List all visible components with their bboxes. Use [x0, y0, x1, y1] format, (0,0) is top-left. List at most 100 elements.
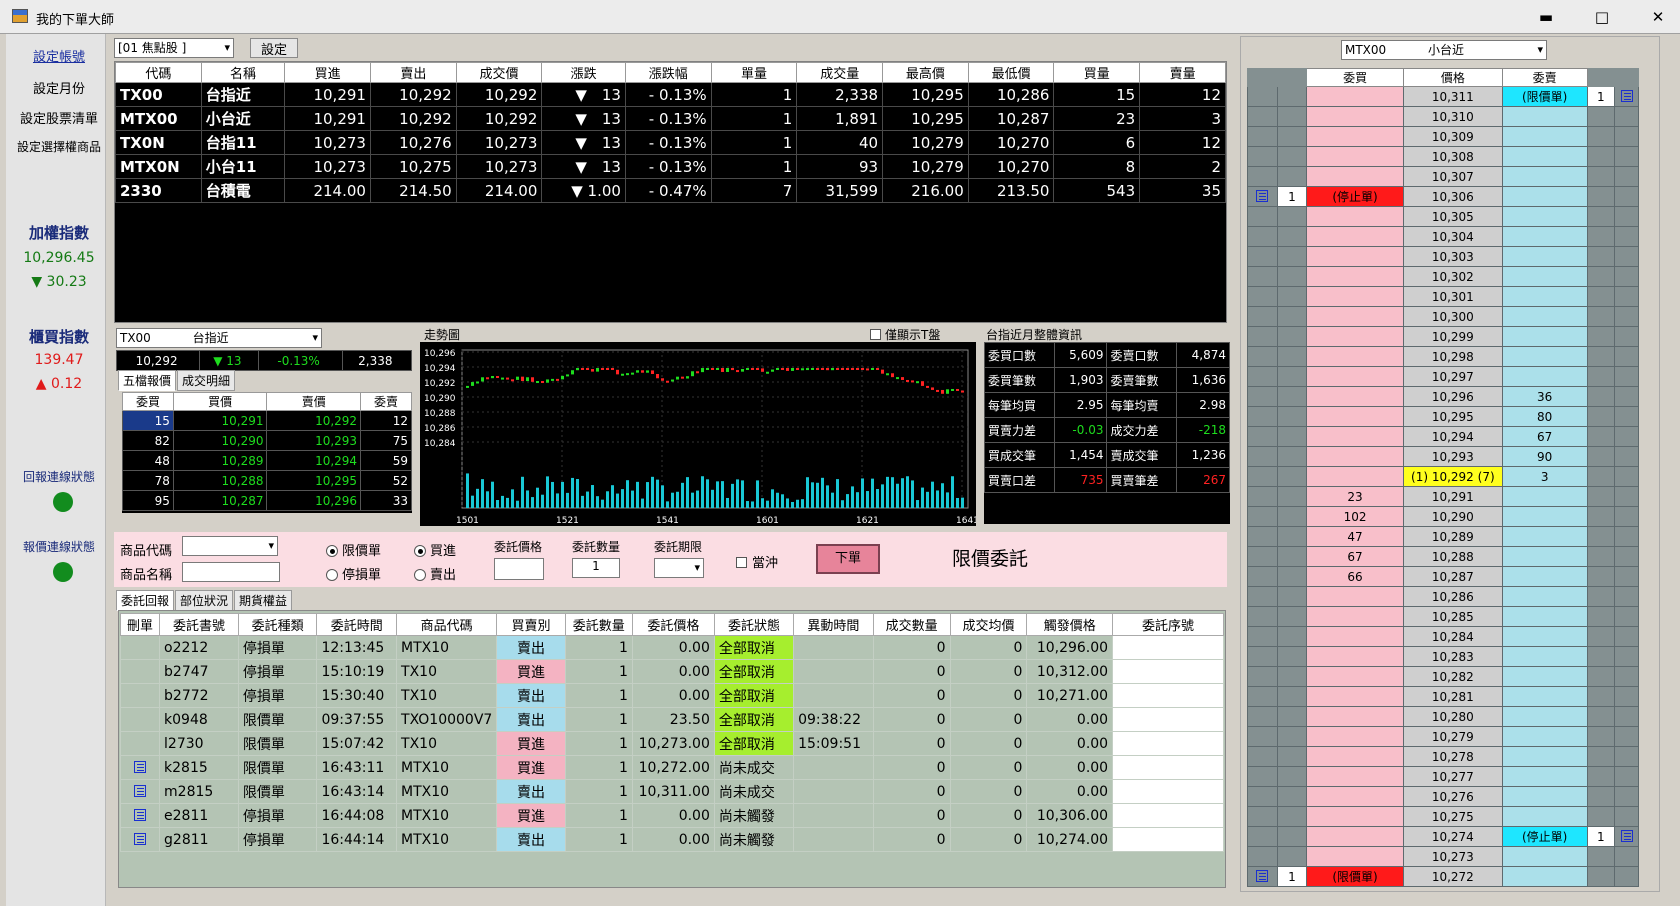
ladder-right-icon-cell[interactable] [1614, 206, 1639, 227]
nav-set-options[interactable]: 設定選擇權商品 [6, 138, 112, 155]
ladder-ask-cell[interactable] [1501, 326, 1588, 347]
ladder-left-icon-cell[interactable] [1247, 106, 1278, 127]
ladder-right-icon-cell[interactable] [1614, 326, 1639, 347]
order-row[interactable]: e2811 停損單 16:44:08 MTX10 買進 1 0.00 尚未觸發 0 0 10,306… [119, 803, 1224, 828]
delete-order-icon[interactable] [134, 784, 147, 797]
ladder-row[interactable]: 10,285 [1247, 606, 1639, 627]
ladder-right-icon-cell[interactable] [1614, 166, 1639, 187]
tab-trades[interactable]: 成交明細 [177, 370, 236, 391]
ladder-left-icon-cell[interactable] [1247, 226, 1278, 247]
quote-header[interactable]: 成交量 [796, 62, 884, 83]
ladder-right-icon-cell[interactable] [1614, 806, 1639, 827]
ladder-left-icon-cell[interactable] [1247, 146, 1278, 167]
submit-order-button[interactable]: 下單 [816, 544, 880, 574]
quote-header[interactable]: 單量 [710, 62, 798, 83]
ladder-ask-cell[interactable] [1501, 746, 1588, 767]
ladder-left-icon-cell[interactable] [1247, 86, 1278, 107]
ladder-right-icon-cell[interactable] [1614, 366, 1639, 387]
ladder-ask-cell[interactable]: 80 [1501, 406, 1588, 427]
ladder-right-icon-cell[interactable] [1614, 786, 1639, 807]
ladder-right-icon-cell[interactable] [1614, 666, 1639, 687]
ladder-ask-cell[interactable] [1501, 666, 1588, 687]
ladder-ask-cell[interactable] [1501, 206, 1588, 227]
ladder-ask-cell[interactable] [1501, 166, 1588, 187]
ladder-ask-cell[interactable] [1501, 286, 1588, 307]
nav-set-stock-list[interactable]: 設定股票清單 [6, 108, 112, 127]
quote-header[interactable]: 代碼 [115, 62, 202, 83]
ladder-row[interactable]: 10,294 67 [1247, 426, 1639, 447]
ladder-bid-cell[interactable] [1306, 166, 1404, 187]
settings-button[interactable]: 設定 [250, 38, 298, 58]
depth-row[interactable]: 95 10,287 10,296 33 [122, 490, 412, 511]
ladder-ask-cell[interactable] [1501, 706, 1588, 727]
ladder-row[interactable]: 10,295 80 [1247, 406, 1639, 427]
ladder-row[interactable]: 47 10,289 [1247, 526, 1639, 547]
ladder-right-icon-cell[interactable] [1614, 606, 1639, 627]
ladder-bid-cell[interactable] [1306, 466, 1404, 487]
ladder-bid-cell[interactable] [1306, 366, 1404, 387]
orders-header[interactable]: 異動時間 [793, 613, 874, 636]
quote-header[interactable]: 名稱 [200, 62, 286, 83]
orders-header[interactable]: 委託種類 [237, 613, 318, 636]
ladder-row[interactable]: 102 10,290 [1247, 506, 1639, 527]
ladder-row[interactable]: 10,307 [1247, 166, 1639, 187]
ladder-right-icon-cell[interactable] [1614, 726, 1639, 747]
ladder-bid-cell[interactable] [1306, 746, 1404, 767]
ladder-left-icon-cell[interactable] [1247, 486, 1278, 507]
ladder-left-icon-cell[interactable] [1247, 546, 1278, 567]
ladder-left-icon-cell[interactable] [1247, 206, 1278, 227]
ladder-right-icon-cell[interactable] [1614, 246, 1639, 267]
ladder-bid-cell[interactable] [1306, 706, 1404, 727]
ladder-left-icon-cell[interactable] [1247, 566, 1278, 587]
orders-header[interactable]: 刪單 [119, 613, 161, 636]
ladder-left-icon-cell[interactable] [1247, 766, 1278, 787]
ladder-ask-cell[interactable] [1501, 846, 1588, 867]
ladder-bid-cell[interactable]: 47 [1306, 526, 1404, 547]
orders-header[interactable]: 委託價格 [631, 613, 715, 636]
ladder-ask-cell[interactable] [1501, 106, 1588, 127]
stop-order-radio[interactable]: 停損單 [326, 564, 381, 583]
ladder-row[interactable]: 10,311 (限價單) 1 [1247, 86, 1639, 107]
ladder-left-icon-cell[interactable] [1247, 406, 1278, 427]
ladder-row[interactable]: 10,302 [1247, 266, 1639, 287]
ladder-row[interactable]: 10,309 [1247, 126, 1639, 147]
ladder-right-icon-cell[interactable] [1614, 626, 1639, 647]
ladder-row[interactable]: 10,277 [1247, 766, 1639, 787]
quote-header[interactable]: 成交價 [455, 62, 543, 83]
ladder-right-icon-cell[interactable] [1614, 546, 1639, 567]
ladder-left-icon-cell[interactable] [1247, 366, 1278, 387]
ladder-row[interactable]: 10,280 [1247, 706, 1639, 727]
ladder-ask-cell[interactable] [1501, 586, 1588, 607]
ladder-left-icon-cell[interactable] [1247, 686, 1278, 707]
tab-order-report[interactable]: 委託回報 [116, 590, 175, 611]
ladder-left-icon-cell[interactable] [1247, 706, 1278, 727]
ladder-left-icon-cell[interactable] [1247, 826, 1278, 847]
ladder-bid-cell[interactable] [1306, 226, 1404, 247]
ladder-row[interactable]: 10,298 [1247, 346, 1639, 367]
ladder-right-icon-cell[interactable] [1614, 386, 1639, 407]
ladder-left-icon-cell[interactable] [1247, 466, 1278, 487]
tif-select[interactable] [654, 558, 704, 578]
ladder-ask-cell[interactable] [1501, 786, 1588, 807]
ladder-ask-cell[interactable] [1501, 866, 1588, 887]
ladder-right-icon-cell[interactable] [1614, 266, 1639, 287]
nav-set-account[interactable]: 設定帳號 [6, 46, 112, 65]
ladder-row[interactable]: 10,279 [1247, 726, 1639, 747]
order-cell-del[interactable] [119, 827, 161, 852]
ladder-row[interactable]: 10,299 [1247, 326, 1639, 347]
ladder-symbol-select[interactable]: MTX00 小台近 [1341, 40, 1547, 60]
ladder-row[interactable]: 10,275 [1247, 806, 1639, 827]
ladder-right-icon-cell[interactable] [1614, 466, 1639, 487]
quote-header[interactable]: 買量 [1053, 62, 1141, 83]
ladder-right-icon-cell[interactable] [1614, 766, 1639, 787]
ladder-ask-cell[interactable]: (停止單) [1501, 826, 1588, 847]
ladder-ask-cell[interactable] [1501, 346, 1588, 367]
delete-order-icon[interactable] [134, 832, 147, 845]
ladder-row[interactable]: 10,273 [1247, 846, 1639, 867]
ladder-bid-cell[interactable] [1306, 806, 1404, 827]
quote-header[interactable]: 買進 [284, 62, 371, 83]
orders-header[interactable]: 成交數量 [872, 613, 951, 636]
ladder-bid-cell[interactable] [1306, 686, 1404, 707]
detail-symbol-select[interactable]: TX00 台指近 [116, 328, 322, 348]
ladder-row[interactable]: 10,286 [1247, 586, 1639, 607]
